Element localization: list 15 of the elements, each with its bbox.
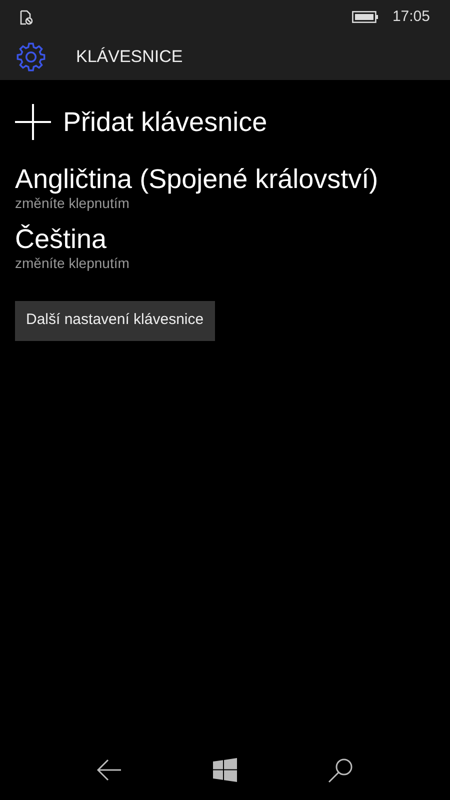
keyboard-name[interactable]: Čeština — [15, 222, 435, 254]
keyboard-settings-button[interactable]: Další nastavení klávesnice — [15, 300, 215, 340]
settings-icon — [15, 41, 47, 73]
windows-start-icon[interactable] — [212, 758, 237, 782]
plus-icon — [15, 104, 51, 140]
clock-time: 17:05 — [392, 6, 430, 27]
keyboard-name[interactable]: Angličtina (Spojené království) — [15, 162, 435, 194]
page-title: KLÁVESNICE — [76, 46, 183, 68]
keyboard-hint: změníte klepnutím — [15, 194, 130, 210]
sim-status-icon — [20, 10, 33, 24]
search-icon[interactable] — [328, 757, 354, 783]
back-icon[interactable] — [96, 758, 122, 782]
add-keyboard-button[interactable]: Přidat klávesnice — [15, 102, 435, 142]
keyboard-hint: změníte klepnutím — [15, 254, 130, 270]
battery-icon — [352, 11, 380, 23]
